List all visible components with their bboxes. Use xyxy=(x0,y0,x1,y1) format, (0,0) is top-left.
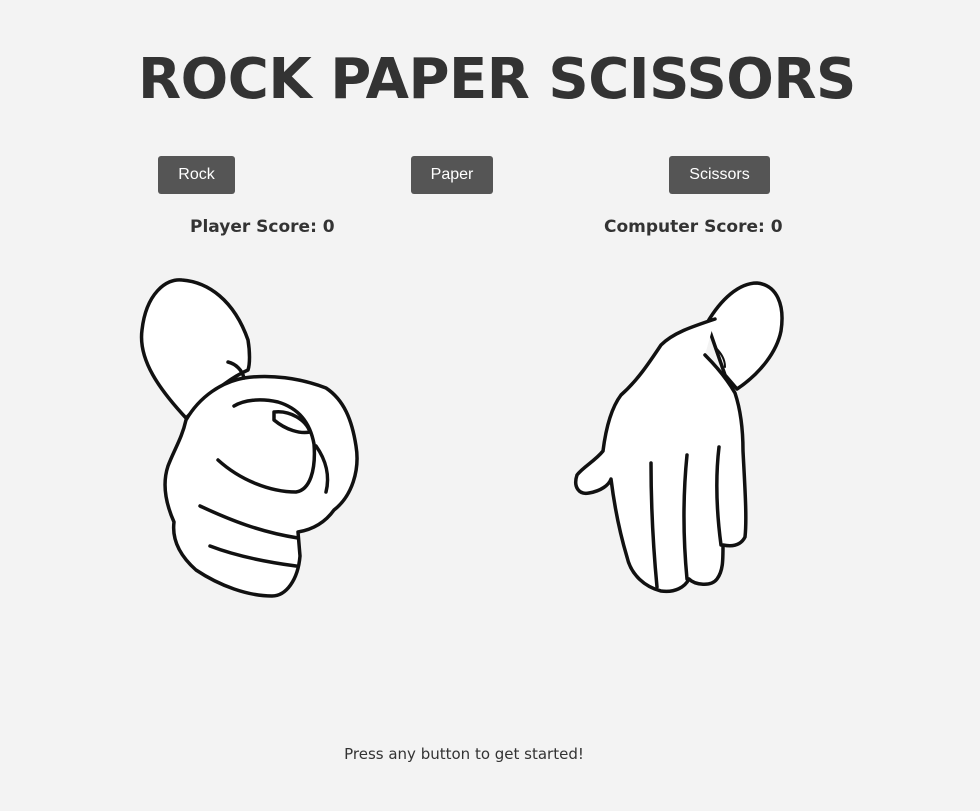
scissors-button[interactable]: Scissors xyxy=(669,156,770,194)
rock-button[interactable]: Rock xyxy=(158,156,235,194)
open-hand-paper-icon xyxy=(574,281,784,594)
status-message: Press any button to get started! xyxy=(344,745,584,763)
page-title: ROCK PAPER SCISSORS xyxy=(138,47,856,112)
computer-score: Computer Score: 0 xyxy=(604,217,783,237)
fist-rock-icon xyxy=(139,278,359,598)
paper-button[interactable]: Paper xyxy=(411,156,493,194)
player-score: Player Score: 0 xyxy=(190,217,335,237)
